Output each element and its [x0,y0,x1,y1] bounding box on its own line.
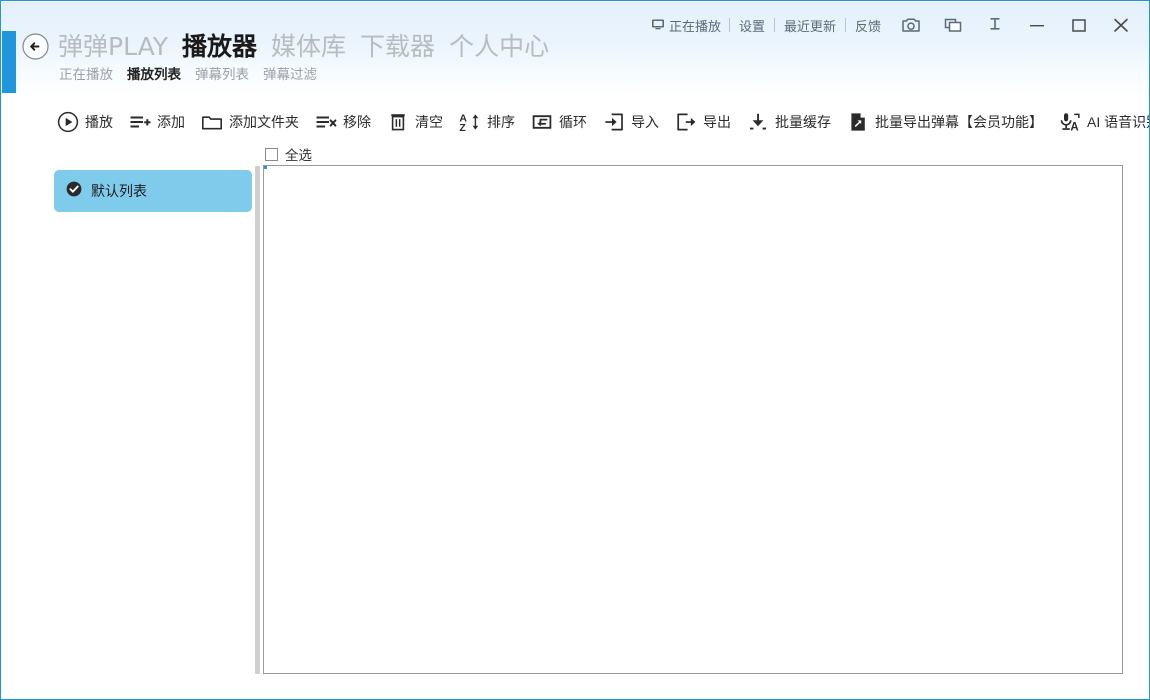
download-icon [747,111,769,133]
toolbar-export-label: 导出 [703,112,731,132]
toolbar-clear-label: 清空 [415,112,443,132]
play-circle-icon [57,111,79,133]
nav-tab-user-center[interactable]: 个人中心 [449,30,549,64]
toolbar-sort-label: 排序 [487,112,515,132]
import-icon [603,111,625,133]
toolbar-remove-label: 移除 [343,112,371,132]
toolbar-export-button[interactable]: 导出 [667,104,739,140]
toolbar-loop-label: 循环 [559,112,587,132]
minimize-icon[interactable] [1016,10,1058,40]
trash-icon [387,111,409,133]
feedback-link[interactable]: 反馈 [846,16,890,35]
toolbar-import-label: 导入 [631,112,659,132]
toolbar-add-label: 添加 [157,112,185,132]
monitor-icon [651,17,665,34]
svg-text:Z: Z [459,122,466,133]
export-icon [675,111,697,133]
nav-tab-player[interactable]: 播放器 [182,30,257,64]
toolbar-batch-cache-button[interactable]: 批量缓存 [739,104,839,140]
toolbar-add-folder-button[interactable]: 添加文件夹 [193,104,307,140]
screenshot-icon[interactable] [890,10,932,40]
now-playing-indicator[interactable]: 正在播放 [643,16,729,35]
file-export-icon [847,111,869,133]
pin-icon[interactable] [974,10,1016,40]
playlist-content-list[interactable] [263,165,1123,674]
mini-window-icon[interactable] [932,10,974,40]
sidebar-item-default-list[interactable]: 默认列表 [54,170,252,212]
nav-tab-brand[interactable]: 弹弹PLAY [58,30,168,64]
app-window: 弹弹PLAY 播放器 媒体库 下载器 个人中心 正在播放 播放列表 弹幕列表 弹… [0,0,1150,700]
toolbar-batch-export-danmaku-label: 批量导出弹幕【会员功能】 [875,112,1043,132]
back-button[interactable] [22,33,49,60]
sub-tab-playlist[interactable]: 播放列表 [127,65,181,85]
select-all-label: 全选 [285,144,312,164]
sort-az-icon: A Z [459,111,481,133]
accent-bar [2,31,16,93]
toolbar-batch-export-danmaku-button[interactable]: 批量导出弹幕【会员功能】 [839,104,1051,140]
toolbar-add-folder-label: 添加文件夹 [229,112,299,132]
playlist-toolbar: 播放 添加 添加文件夹 [1,104,1150,140]
sidebar-item-default-list-label: 默认列表 [91,181,147,201]
toolbar-import-button[interactable]: 导入 [595,104,667,140]
toolbar-clear-button[interactable]: 清空 [379,104,451,140]
toolbar-batch-cache-label: 批量缓存 [775,112,831,132]
toolbar-sort-button[interactable]: A Z 排序 [451,104,523,140]
toolbar-loop-button[interactable]: 循环 [523,104,595,140]
select-all-row[interactable]: 全选 [265,144,312,164]
title-bar: 弹弹PLAY 播放器 媒体库 下载器 个人中心 正在播放 播放列表 弹幕列表 弹… [2,2,1150,96]
toolbar-ai-voice-button[interactable]: A AI 语音识别 [1051,104,1150,140]
check-circle-icon [66,181,82,202]
header-right-cluster: 正在播放 设置 最近更新 反馈 [643,10,1142,40]
folder-icon [201,111,223,133]
list-remove-icon [315,111,337,133]
maximize-icon[interactable] [1058,10,1100,40]
panel-splitter[interactable] [255,166,260,674]
sub-tab-danmaku-list[interactable]: 弹幕列表 [195,65,249,85]
voice-recognition-icon: A [1059,111,1081,133]
nav-tab-media-library[interactable]: 媒体库 [271,30,346,64]
sub-tab-now-playing[interactable]: 正在播放 [59,65,113,85]
sub-nav: 正在播放 播放列表 弹幕列表 弹幕过滤 [59,64,317,86]
toolbar-add-button[interactable]: 添加 [121,104,193,140]
svg-text:A: A [1070,121,1078,133]
list-add-icon [129,111,151,133]
toolbar-play-label: 播放 [85,112,113,132]
focus-marker [264,166,267,169]
settings-link[interactable]: 设置 [730,16,774,35]
select-all-checkbox[interactable] [265,148,278,161]
now-playing-label: 正在播放 [669,16,721,35]
loop-icon [531,111,553,133]
recent-updates-link[interactable]: 最近更新 [775,16,845,35]
toolbar-ai-voice-label: AI 语音识别 [1087,112,1150,132]
toolbar-remove-button[interactable]: 移除 [307,104,379,140]
main-nav: 弹弹PLAY 播放器 媒体库 下载器 个人中心 [58,28,549,66]
playlist-sidebar: 默认列表 [49,166,255,674]
nav-tab-downloader[interactable]: 下载器 [360,30,435,64]
toolbar-play-button[interactable]: 播放 [1,104,121,140]
close-icon[interactable] [1100,10,1142,40]
sub-tab-danmaku-filter[interactable]: 弹幕过滤 [263,65,317,85]
